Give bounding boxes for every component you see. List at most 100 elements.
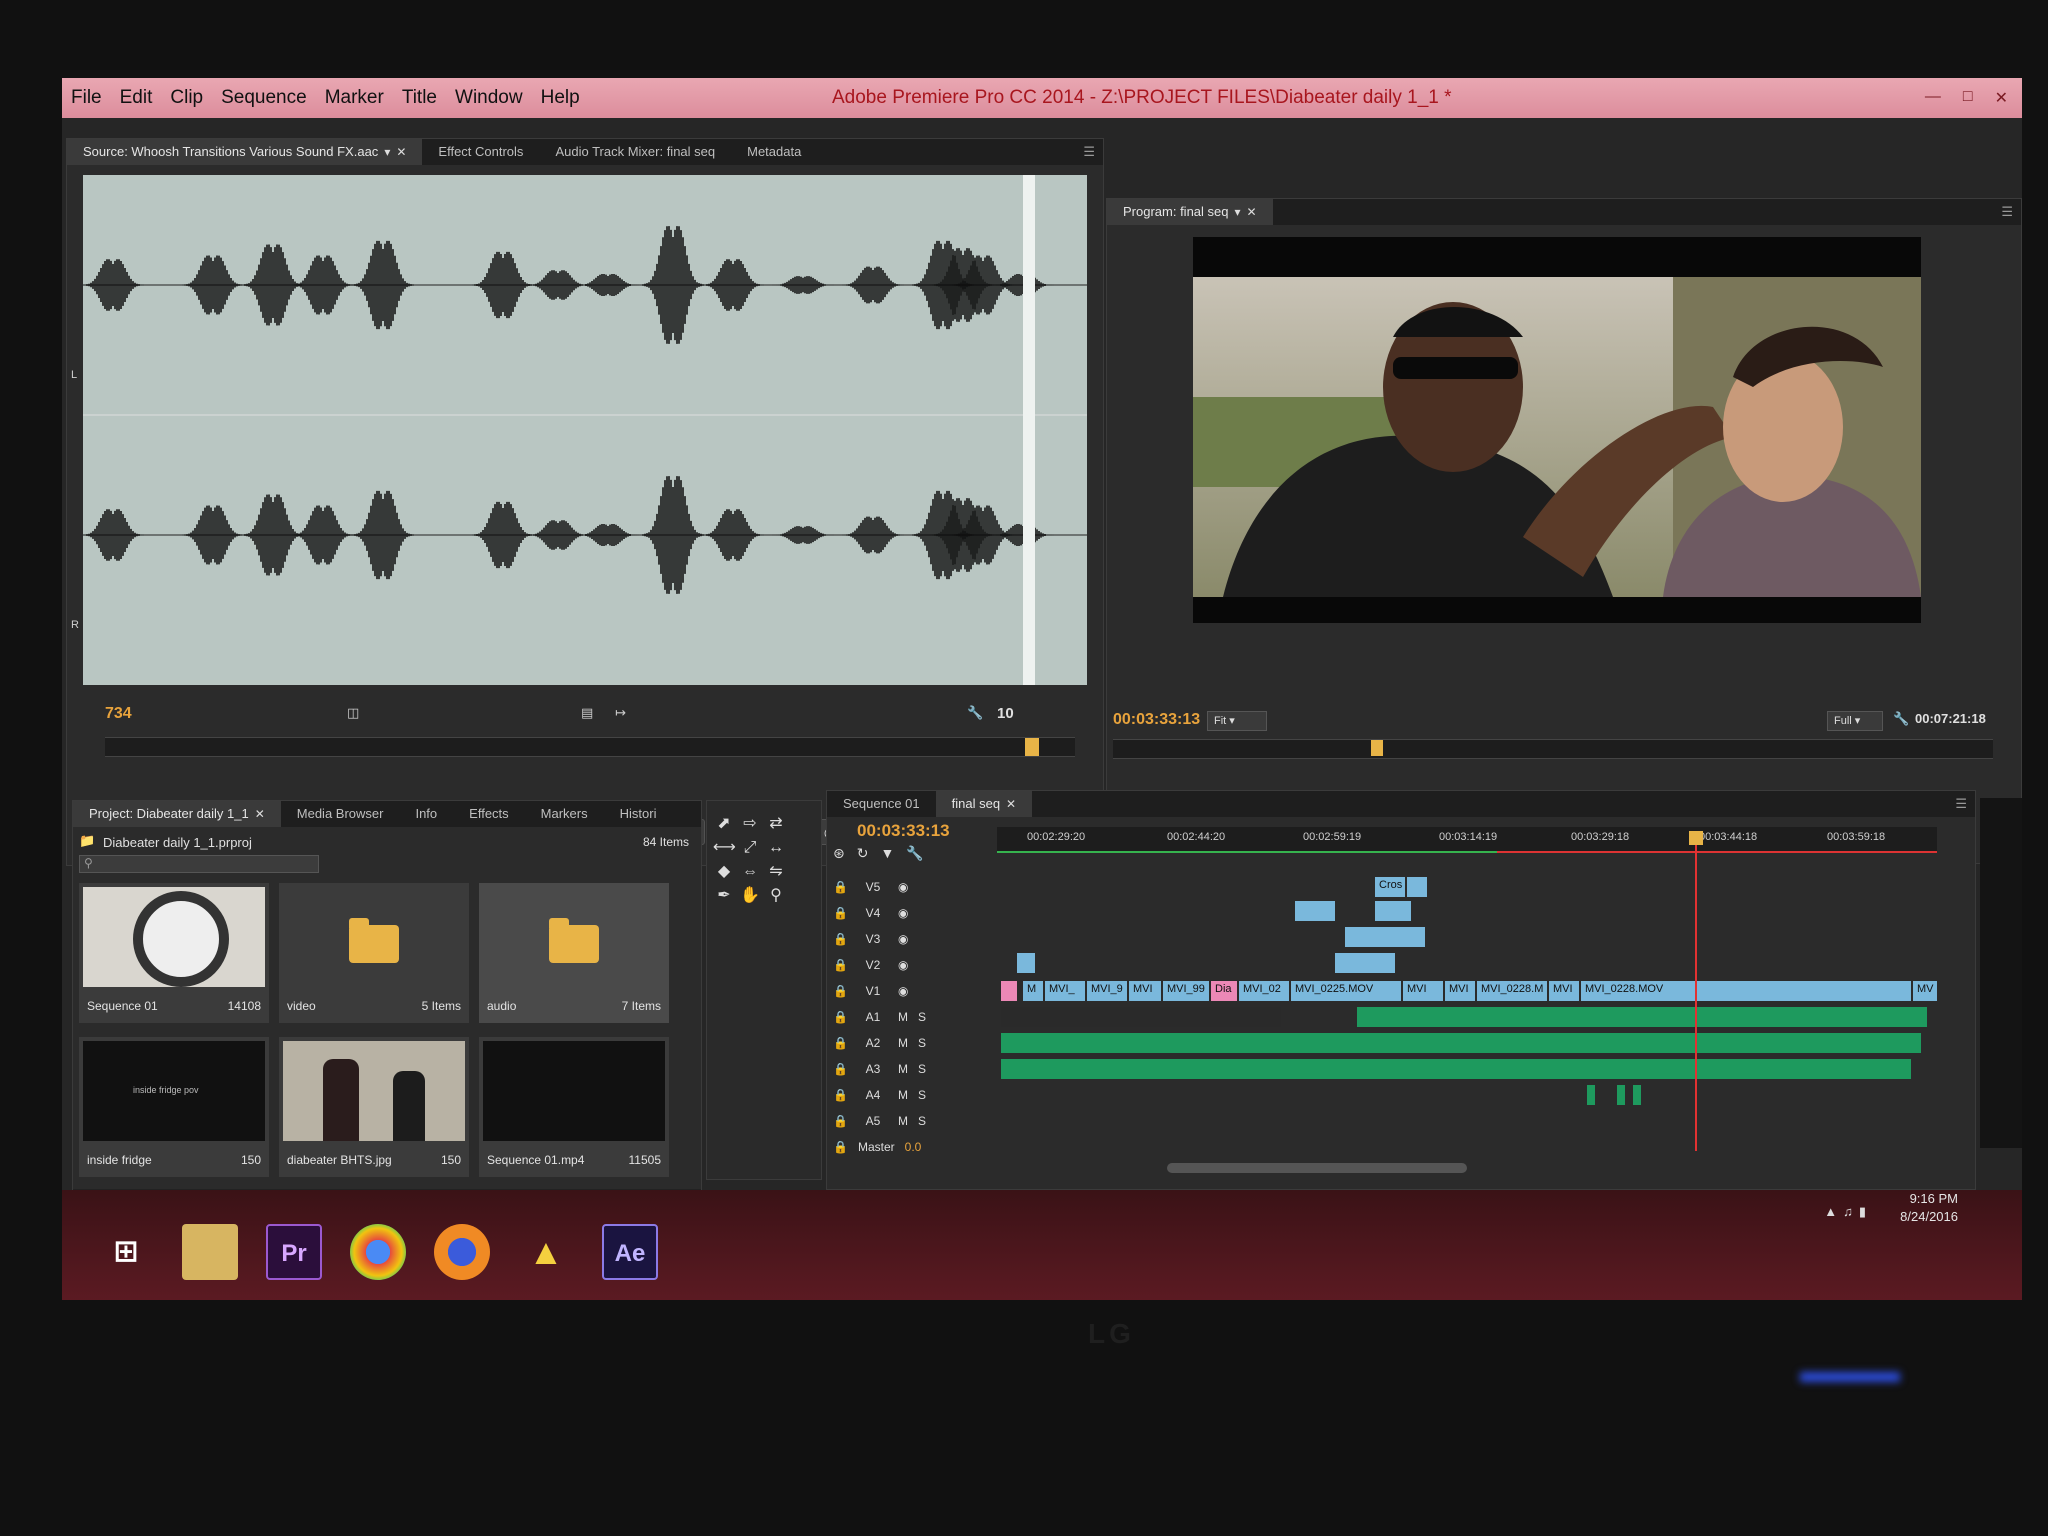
track-select-tool-icon[interactable]: ⇨ — [739, 813, 761, 835]
lock-icon[interactable]: 🔒 — [833, 880, 848, 894]
solo-button[interactable]: S — [918, 1010, 926, 1024]
bin-item-sequence-01[interactable]: Sequence 01 14108 — [79, 883, 269, 1023]
multi-track-select-icon[interactable]: ⇄ — [765, 813, 787, 835]
track-name[interactable]: V4 — [858, 906, 888, 920]
bin-item-inside-fridge[interactable]: inside fridge pov inside fridge 150 — [79, 1037, 269, 1177]
linked-selection-icon[interactable]: ↻ — [857, 845, 881, 861]
minimize-icon[interactable]: — — [1925, 88, 1941, 108]
panel-menu-icon[interactable]: ☰ — [1955, 796, 1967, 812]
mute-button[interactable]: M — [898, 1114, 908, 1128]
program-playhead[interactable] — [1371, 740, 1383, 756]
system-clock[interactable]: 9:16 PM 8/24/2016 — [1900, 1190, 1958, 1226]
toggle-output-icon[interactable]: ◉ — [898, 958, 908, 972]
clip-v1[interactable]: MVI_9 — [1087, 981, 1127, 1001]
clip-v1[interactable]: MVI_0228.MOV — [1581, 981, 1911, 1001]
tab-source[interactable]: Source: Whoosh Transitions Various Sound… — [67, 139, 423, 165]
close-icon[interactable]: ✕ — [1006, 797, 1016, 811]
tab-effects[interactable]: Effects — [453, 801, 525, 827]
fit-toggle-icon[interactable]: ◫ — [347, 705, 359, 721]
drag-audio-icon[interactable]: ↦ — [615, 705, 626, 721]
clip-a2[interactable] — [1001, 1033, 1921, 1053]
program-video-frame[interactable] — [1193, 237, 1921, 623]
maximize-icon[interactable]: □ — [1963, 88, 1973, 108]
tab-effect-controls[interactable]: Effect Controls — [422, 139, 539, 165]
clip-a4[interactable] — [1617, 1085, 1625, 1105]
clip-a1[interactable] — [1357, 1007, 1927, 1027]
rolling-edit-tool-icon[interactable]: ⤢ — [739, 837, 761, 859]
playback-resolution-dropdown[interactable]: Full ▾ — [1827, 711, 1883, 731]
timeline-scrollbar[interactable] — [1167, 1163, 1467, 1173]
mute-button[interactable]: M — [898, 1088, 908, 1102]
menu-window[interactable]: Window — [446, 87, 532, 109]
solo-button[interactable]: S — [918, 1088, 926, 1102]
track-name[interactable]: A5 — [858, 1114, 888, 1128]
menu-edit[interactable]: Edit — [111, 87, 162, 109]
volume-icon[interactable]: ♫ — [1843, 1204, 1859, 1219]
track-name[interactable]: A3 — [858, 1062, 888, 1076]
wrench-icon[interactable]: 🔧 — [1893, 711, 1909, 727]
lock-icon[interactable]: 🔒 — [833, 1088, 848, 1102]
bin-item-sequence-01-mp4[interactable]: Sequence 01.mp4 11505 — [479, 1037, 669, 1177]
tab-sequence-01[interactable]: Sequence 01 — [827, 791, 936, 817]
clip-v1[interactable]: MVI_0228.M — [1477, 981, 1547, 1001]
bin-item-audio[interactable]: audio 7 Items — [479, 883, 669, 1023]
master-volume-value[interactable]: 0.0 — [905, 1140, 922, 1154]
mute-button[interactable]: M — [898, 1036, 908, 1050]
audio-waveform[interactable] — [83, 175, 1087, 685]
file-explorer-icon[interactable] — [182, 1224, 238, 1280]
dropdown-arrow-icon[interactable]: ▾ — [384, 145, 390, 159]
after-effects-icon[interactable]: Ae — [602, 1224, 658, 1280]
clip-v3[interactable] — [1345, 927, 1425, 947]
tab-history[interactable]: Histori — [604, 801, 673, 827]
ripple-edit-tool-icon[interactable]: ⟷ — [713, 837, 736, 859]
clip-v1[interactable]: MVI_ — [1045, 981, 1085, 1001]
tab-program[interactable]: Program: final seq ▾ ✕ — [1107, 199, 1273, 225]
solo-button[interactable]: S — [918, 1062, 926, 1076]
dropdown-arrow-icon[interactable]: ▾ — [1235, 205, 1241, 219]
lock-icon[interactable]: 🔒 — [833, 1062, 848, 1076]
lock-icon[interactable]: 🔒 — [833, 1114, 848, 1128]
bin-item-video[interactable]: video 5 Items — [279, 883, 469, 1023]
toggle-output-icon[interactable]: ◉ — [898, 880, 908, 894]
clip-v4[interactable] — [1375, 901, 1411, 921]
firefox-icon[interactable] — [434, 1224, 490, 1280]
zoom-level-dropdown[interactable]: Fit ▾ — [1207, 711, 1267, 731]
tab-audio-track-mixer[interactable]: Audio Track Mixer: final seq — [539, 139, 731, 165]
clip-v1[interactable]: Dia — [1211, 981, 1237, 1001]
toggle-output-icon[interactable]: ◉ — [898, 906, 908, 920]
vlc-icon[interactable]: ▲ — [518, 1224, 574, 1280]
tab-markers[interactable]: Markers — [525, 801, 604, 827]
add-marker-icon[interactable]: ▼ — [880, 845, 906, 861]
program-timecode[interactable]: 00:03:33:13 — [1113, 711, 1200, 729]
source-timecode[interactable]: 734 — [105, 705, 132, 723]
wrench-icon[interactable]: 🔧 — [967, 705, 983, 721]
lock-icon[interactable]: 🔒 — [833, 958, 848, 972]
razor-tool-icon[interactable]: ◆ — [713, 861, 735, 883]
close-icon[interactable]: ✕ — [396, 145, 406, 159]
chrome-icon[interactable] — [350, 1224, 406, 1280]
clip-a4[interactable] — [1633, 1085, 1641, 1105]
timeline-timecode[interactable]: 00:03:33:13 — [857, 821, 950, 841]
toggle-output-icon[interactable]: ◉ — [898, 932, 908, 946]
tab-metadata[interactable]: Metadata — [731, 139, 817, 165]
panel-menu-icon[interactable]: ☰ — [2001, 204, 2013, 220]
mute-button[interactable]: M — [898, 1062, 908, 1076]
lock-icon[interactable]: 🔒 — [833, 1010, 848, 1024]
source-playhead[interactable] — [1025, 738, 1039, 756]
lock-icon[interactable]: 🔒 — [833, 1140, 848, 1154]
menu-sequence[interactable]: Sequence — [212, 87, 316, 109]
hand-tool-icon[interactable]: ✋ — [739, 885, 761, 907]
timeline-playhead[interactable] — [1695, 831, 1697, 1151]
clip-a4[interactable] — [1587, 1085, 1595, 1105]
clip-v1[interactable]: MVI — [1403, 981, 1443, 1001]
clip-v2[interactable] — [1017, 953, 1035, 973]
panel-menu-icon[interactable]: ☰ — [1083, 144, 1095, 160]
playhead-handle[interactable] — [1689, 831, 1703, 845]
clip-v1[interactable]: MVI — [1445, 981, 1475, 1001]
lock-icon[interactable]: 🔒 — [833, 984, 848, 998]
track-name[interactable]: A4 — [858, 1088, 888, 1102]
solo-button[interactable]: S — [918, 1036, 926, 1050]
track-name[interactable]: A2 — [858, 1036, 888, 1050]
source-time-ruler[interactable] — [105, 737, 1075, 757]
mute-button[interactable]: M — [898, 1010, 908, 1024]
